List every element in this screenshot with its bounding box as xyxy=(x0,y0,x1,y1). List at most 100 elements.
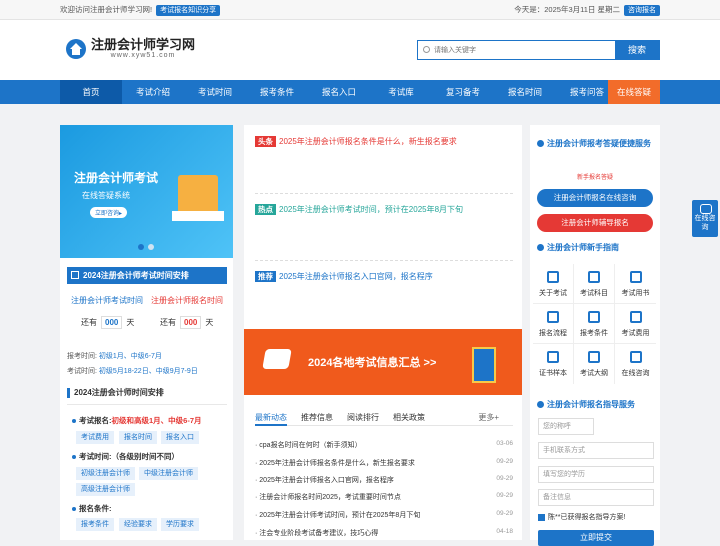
guide-process[interactable]: 报名流程 xyxy=(533,304,574,344)
exam-days: 000 xyxy=(101,316,123,329)
list-item[interactable]: · 2025年注册会计师报名入口官网，报名程序 09-29 xyxy=(255,475,513,485)
banner-cta[interactable]: 立即咨询▸ xyxy=(90,207,128,218)
floating-consult-button[interactable]: 在线咨询 xyxy=(692,200,718,237)
tag-experience[interactable]: 经验要求 xyxy=(119,518,157,531)
online-consult-button[interactable]: 注册会计师报名在线咨询 xyxy=(537,189,653,207)
search-button[interactable]: 搜索 xyxy=(615,41,659,59)
tag-education[interactable]: 学历要求 xyxy=(161,518,199,531)
ad-text: 2024各地考试信息汇总 >> xyxy=(308,357,437,369)
list-item[interactable]: · 2025年注册会计师报名条件是什么，新生报名要求 09-29 xyxy=(255,458,513,468)
nav-home[interactable]: 首页 xyxy=(60,80,122,104)
chat-icon xyxy=(629,351,642,363)
form-title: 注册会计师报名指导服务 xyxy=(537,398,635,411)
tag-conditions[interactable]: 报考条件 xyxy=(76,518,114,531)
site-logo[interactable]: 注册会计师学习网 www.xyw51.com xyxy=(66,38,195,59)
nav-intro[interactable]: 考试介绍 xyxy=(122,80,184,104)
tab-ranking[interactable]: 阅读排行 xyxy=(347,412,379,425)
book-icon xyxy=(629,271,642,283)
education-field[interactable]: 填写您的学历 xyxy=(538,466,654,483)
doc-plus-icon xyxy=(588,311,600,323)
check-icon xyxy=(538,513,545,521)
guide-consult[interactable]: 在线咨询 xyxy=(615,344,656,384)
nav-entry[interactable]: 报名入口 xyxy=(308,80,370,104)
compass-icon xyxy=(537,244,544,252)
header: 注册会计师学习网www.xyw51.com 搜索 xyxy=(0,20,720,80)
tutoring-button[interactable]: 注册会计师辅导报名 xyxy=(537,214,653,232)
consult-button[interactable]: 咨询报名 xyxy=(624,5,660,16)
main-nav: 首页 考试介绍 考试时间 报考条件 报名入口 考试库 复习备考 报名时间 报考问… xyxy=(0,80,720,104)
tag-reg-time[interactable]: 报名时间 xyxy=(119,431,157,444)
carousel-dot[interactable] xyxy=(138,244,144,250)
nav-online-qa[interactable]: 在线答疑 xyxy=(608,80,660,104)
exam-time-label[interactable]: 注册会计师考试时间 xyxy=(71,295,143,306)
guide-certificate[interactable]: 证书样本 xyxy=(533,344,574,384)
phone-field[interactable]: 手机联系方式 xyxy=(538,442,654,459)
headline-badge: 头条 xyxy=(255,136,276,147)
guide-subjects[interactable]: 考试科目 xyxy=(574,264,615,304)
guide-fees[interactable]: 考试费用 xyxy=(615,304,656,344)
list-item[interactable]: · 注册会计师报名时间2025，考试重要时间节点 09-29 xyxy=(255,492,513,502)
top-bar: 欢迎访问注册会计师学习网! 考试报名知识分享 今天是：2025年3月11日 星期二… xyxy=(0,0,720,20)
name-field[interactable]: 您的称呼 xyxy=(538,418,594,435)
schedule-title: 2024注册会计师考试时间安排 xyxy=(67,267,227,284)
tab-policy[interactable]: 相关政策 xyxy=(393,412,425,425)
exam-reg-label: 考试报名:初级和高级1月、中级6-7月 xyxy=(72,415,202,426)
divider xyxy=(67,404,227,405)
briefcase-icon xyxy=(588,351,600,363)
exam-info-ad-banner[interactable]: 2024各地考试信息汇总 >> xyxy=(244,329,522,395)
nav-review[interactable]: 复习备考 xyxy=(432,80,494,104)
nav-conditions[interactable]: 报考条件 xyxy=(246,80,308,104)
reg-days: 000 xyxy=(180,316,202,329)
megaphone-icon xyxy=(262,349,292,369)
share-button[interactable]: 考试报名知识分享 xyxy=(156,5,221,16)
headline-item[interactable]: 头条 2025年注册会计师报名条件是什么，新生报名要求 xyxy=(255,136,457,147)
success-notice: 陈**已获得报名指导方案! xyxy=(538,512,625,522)
search-icon xyxy=(422,41,434,59)
banner-subtitle: 在线答疑系统 xyxy=(82,191,130,200)
tab-recommend[interactable]: 推荐信息 xyxy=(301,412,333,425)
banner[interactable]: 注册会计师考试 在线答疑系统 立即咨询▸ xyxy=(60,125,233,258)
nav-exam-time[interactable]: 考试时间 xyxy=(184,80,246,104)
site-title: 注册会计师学习网 xyxy=(91,37,196,52)
carousel-dot[interactable] xyxy=(148,244,154,250)
notes-field[interactable]: 备注信息 xyxy=(538,489,654,506)
guide-syllabus[interactable]: 考试大纲 xyxy=(574,344,615,384)
more-link[interactable]: 更多+ xyxy=(478,412,499,423)
list-item[interactable]: · 2025年注册会计师考试时间，预计在2025年8月下旬 09-29 xyxy=(255,510,513,520)
list-item[interactable]: · 注会专业阶段考试备考建议，技巧心得 04-18 xyxy=(255,528,513,538)
nav-reg-time[interactable]: 报名时间 xyxy=(494,80,556,104)
date-text: 今天是：2025年3月11日 星期二 咨询报名 xyxy=(514,4,660,16)
tag-senior[interactable]: 高级注册会计师 xyxy=(76,483,135,496)
reg-time-label[interactable]: 注册会计师报名时间 xyxy=(151,295,223,306)
headline-item[interactable]: 推荐 2025年注册会计师报名入口官网，报名程序 xyxy=(255,271,433,282)
grad-icon xyxy=(547,271,559,283)
nav-exam-bank[interactable]: 考试库 xyxy=(370,80,432,104)
carousel-dots xyxy=(138,243,158,252)
tab-latest[interactable]: 最新动态 xyxy=(255,412,287,426)
reg-countdown: 还有 000 天 xyxy=(160,316,214,329)
search-input[interactable] xyxy=(434,41,615,59)
guide-books[interactable]: 考试用书 xyxy=(615,264,656,304)
user-icon xyxy=(537,401,544,409)
graduation-cap-icon xyxy=(537,140,544,148)
exam-time-label-2: 考试时间:（各级别时间不同） xyxy=(72,451,179,462)
grid-icon xyxy=(588,271,600,283)
calendar-icon xyxy=(71,271,79,279)
guide-conditions[interactable]: 报考条件 xyxy=(574,304,615,344)
headline-item[interactable]: 热点 2025年注册会计师考试时间，预计在2025年8月下旬 xyxy=(255,204,463,215)
books-illustration xyxy=(472,347,496,383)
list-item[interactable]: · cpa报名时间在何时（新手须知） 03-06 xyxy=(255,440,513,450)
tag-exam-fee[interactable]: 考试费用 xyxy=(76,431,114,444)
headline-badge: 热点 xyxy=(255,204,276,215)
tag-reg-entry[interactable]: 报名入口 xyxy=(161,431,199,444)
flow-icon xyxy=(547,311,559,323)
arrange-title: 2024注册会计师时间安排 xyxy=(67,388,227,398)
certificate-icon xyxy=(547,351,559,363)
guide-about[interactable]: 关于考试 xyxy=(533,264,574,304)
submit-button[interactable]: 立即提交 xyxy=(538,530,654,546)
tag-junior[interactable]: 初级注册会计师 xyxy=(76,467,135,480)
welcome-text: 欢迎访问注册会计师学习网! 考试报名知识分享 xyxy=(60,4,221,16)
apply-time-info: 报考时间: 初级1月、中级6-7月 xyxy=(67,353,162,360)
search-box: 搜索 xyxy=(417,40,660,60)
tag-intermediate[interactable]: 中级注册会计师 xyxy=(139,467,198,480)
